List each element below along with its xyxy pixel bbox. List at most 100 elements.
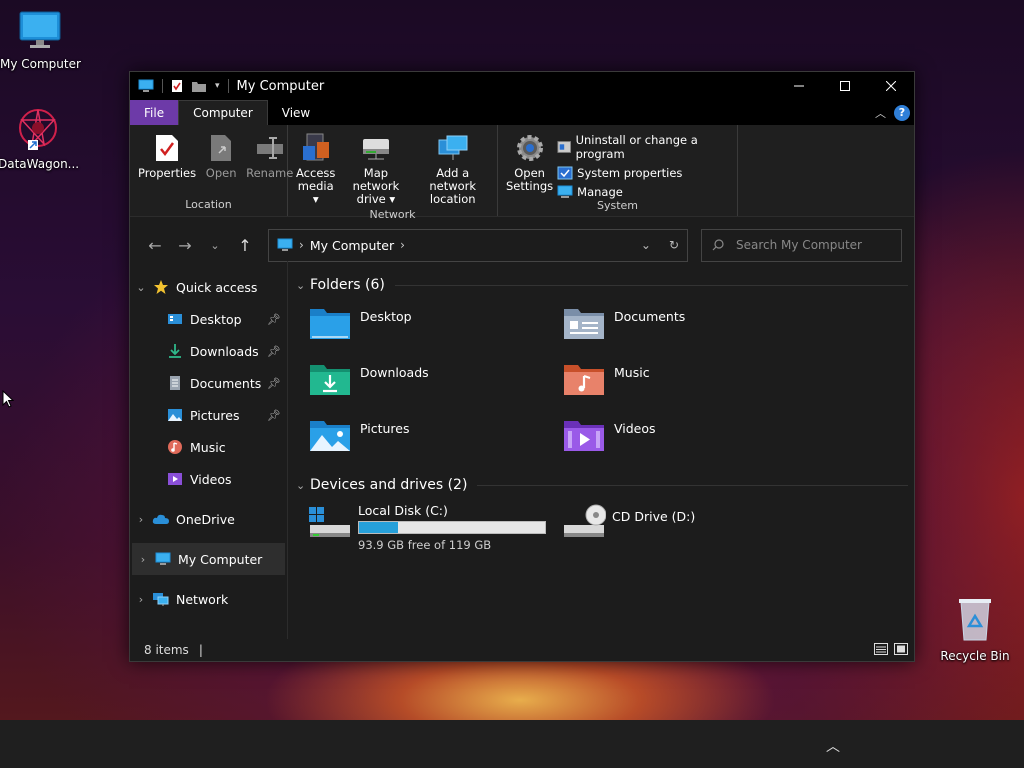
folder-item-music[interactable]: Music (562, 359, 816, 411)
collapse-ribbon-icon[interactable]: ︿ (875, 105, 886, 121)
nav-label: OneDrive (176, 511, 235, 527)
title-bar: ▾ My Computer (130, 72, 914, 100)
search-placeholder: Search My Computer (736, 238, 862, 252)
tab-view[interactable]: View (268, 100, 324, 125)
up-button[interactable]: ↑ (230, 230, 260, 260)
open-button[interactable]: Open (200, 129, 242, 198)
chevron-down-icon[interactable]: ⌄ (641, 238, 651, 252)
address-bar[interactable]: › My Computer › ⌄ ↻ (268, 228, 688, 262)
forward-button[interactable]: → (170, 230, 200, 260)
add-network-location-button[interactable]: Add a network location (412, 129, 493, 208)
folder-item-pictures[interactable]: Pictures (308, 415, 562, 467)
help-button[interactable]: ? (894, 104, 910, 121)
nav-item-pictures[interactable]: Pictures 📌︎ (130, 399, 287, 431)
computer-management-icon (557, 185, 573, 198)
nav-item-music[interactable]: Music (130, 431, 287, 463)
folder-label: Downloads (360, 365, 429, 380)
add-location-label-2: location (429, 192, 476, 206)
document-icon (170, 376, 180, 390)
folder-item-downloads[interactable]: Downloads (308, 359, 562, 411)
chevron-right-icon[interactable]: › (130, 513, 152, 526)
system-properties-label: System properties (577, 166, 683, 180)
monitor-icon (19, 11, 61, 48)
desktop-icon-label: DataWagon... (0, 157, 80, 171)
nav-onedrive[interactable]: › OneDrive (130, 503, 287, 535)
maximize-icon (840, 81, 850, 91)
maximize-button[interactable] (822, 72, 868, 100)
uninstall-program-button[interactable]: Uninstall or change a program (557, 133, 733, 161)
pin-icon[interactable]: 📌︎ (267, 377, 281, 390)
drive-item-d[interactable]: CD Drive (D:) (562, 503, 816, 553)
tab-computer[interactable]: Computer (178, 100, 268, 125)
manage-button[interactable]: Manage (557, 185, 733, 199)
nav-item-downloads[interactable]: Downloads 📌︎ (130, 335, 287, 367)
rename-label: Rename (246, 166, 294, 180)
refresh-icon[interactable]: ↻ (669, 238, 679, 252)
map-network-drive-button[interactable]: Map network drive ▾ (339, 129, 412, 208)
desktop-icon-my-computer[interactable]: My Computer (0, 10, 81, 71)
item-count: 8 items (144, 643, 189, 657)
desktop-icon-recycle-bin[interactable]: Recycle Bin (935, 596, 1015, 663)
ribbon-group-system: Open Settings Uninstall or change a prog… (498, 125, 738, 216)
nav-network[interactable]: › Network (130, 583, 287, 615)
properties-icon[interactable] (171, 79, 183, 93)
nav-label: Downloads (190, 343, 259, 359)
monitor-icon (277, 238, 293, 251)
nav-item-desktop[interactable]: Desktop 📌︎ (130, 303, 287, 335)
system-properties-button[interactable]: System properties (557, 166, 733, 180)
breadcrumb-separator[interactable]: › (299, 238, 304, 252)
details-view-icon[interactable] (874, 642, 888, 658)
chevron-down-icon[interactable]: ⌄ (130, 281, 152, 294)
nav-item-documents[interactable]: Documents 📌︎ (130, 367, 287, 399)
back-button[interactable]: ← (140, 230, 170, 260)
open-settings-label-2: Settings (506, 179, 554, 193)
folder-item-documents[interactable]: Documents (562, 303, 816, 355)
access-media-button[interactable]: Access media ▾ (292, 129, 339, 208)
folder-label: Pictures (360, 421, 410, 436)
nav-item-videos[interactable]: Videos (130, 463, 287, 495)
large-icons-view-icon[interactable] (894, 642, 908, 658)
nav-my-computer[interactable]: › My Computer (132, 543, 285, 575)
drive-item-c[interactable]: Local Disk (C:) 93.9 GB free of 119 GB (308, 503, 562, 553)
quick-access-toolbar: ▾ (138, 79, 229, 93)
nav-quick-access[interactable]: ⌄ Quick access (130, 271, 287, 303)
chevron-right-icon[interactable]: › (130, 593, 152, 606)
content-pane: ⌄ Folders (6) Desktop Documents Download… (288, 261, 914, 639)
drive-usage-fill (359, 522, 399, 533)
drives-section-header[interactable]: ⌄ Devices and drives (2) (296, 473, 908, 497)
window-title: My Computer (236, 78, 325, 94)
monitor-icon (138, 79, 154, 92)
search-input[interactable]: Search My Computer (701, 228, 902, 262)
close-icon (886, 81, 896, 91)
drive-free-space: 93.9 GB free of 119 GB (358, 538, 492, 552)
show-hidden-icons-icon[interactable]: ︿ (826, 736, 840, 756)
chevron-down-icon[interactable]: ▾ (215, 81, 220, 91)
mouse-cursor-icon (2, 390, 14, 408)
pin-icon[interactable]: 📌︎ (267, 345, 281, 358)
folder-item-videos[interactable]: Videos (562, 415, 816, 467)
recent-locations-button[interactable]: ⌄ (200, 230, 230, 260)
open-settings-button[interactable]: Open Settings (502, 129, 557, 199)
pin-icon[interactable]: 📌︎ (267, 409, 281, 422)
desktop-icon-datawagon[interactable]: DataWagon... (0, 106, 80, 171)
chevron-down-icon[interactable]: ⌄ (296, 279, 310, 292)
minimize-button[interactable] (776, 72, 822, 100)
close-button[interactable] (868, 72, 914, 100)
tab-file[interactable]: File (130, 100, 179, 125)
nav-label: My Computer (178, 551, 263, 567)
drive-label: Local Disk (C:) (358, 503, 448, 518)
breadcrumb-separator[interactable]: › (400, 238, 405, 252)
chevron-down-icon[interactable]: ⌄ (296, 479, 310, 492)
ribbon-group-label: Location (185, 198, 232, 211)
network-location-icon (438, 135, 468, 160)
cd-drive-icon (564, 504, 606, 537)
recycle-bin-icon (959, 599, 991, 641)
properties-button[interactable]: Properties (134, 129, 200, 198)
chevron-right-icon[interactable]: › (132, 553, 154, 566)
folder-item-desktop[interactable]: Desktop (308, 303, 562, 355)
pin-icon[interactable]: 📌︎ (267, 313, 281, 326)
folders-section-header[interactable]: ⌄ Folders (6) (296, 273, 908, 297)
local-disk-icon (309, 507, 350, 537)
new-folder-icon[interactable] (191, 80, 207, 93)
breadcrumb[interactable]: My Computer (310, 238, 394, 253)
